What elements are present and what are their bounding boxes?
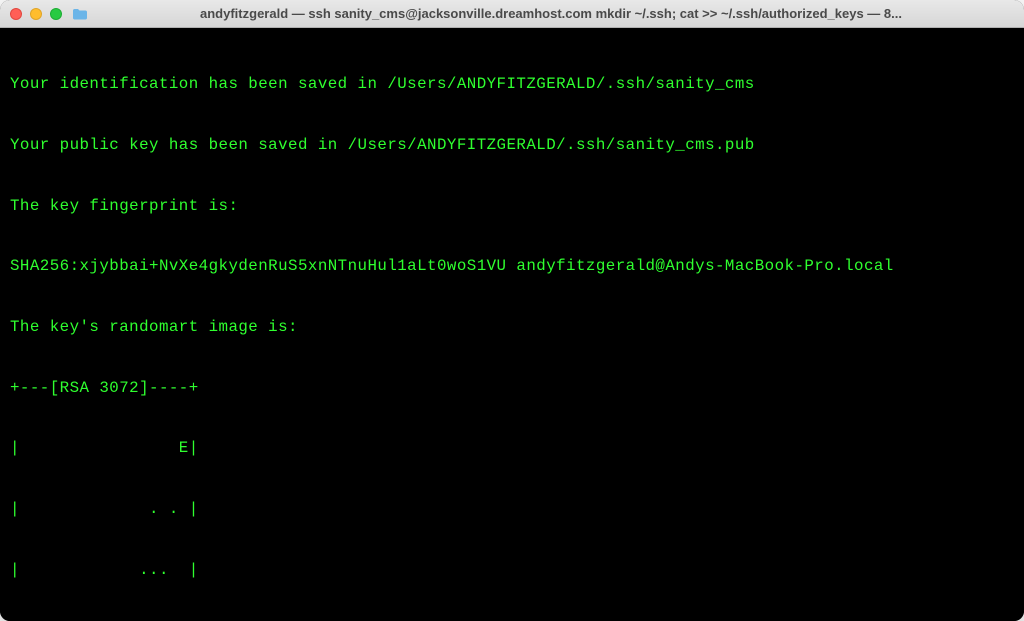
window-titlebar[interactable]: andyfitzgerald — ssh sanity_cms@jacksonv… xyxy=(0,0,1024,28)
folder-icon xyxy=(72,7,88,21)
terminal-line: | . . | xyxy=(10,499,1014,519)
terminal-line: SHA256:xjybbai+NvXe4gkydenRuS5xnNTnuHul1… xyxy=(10,256,1014,276)
minimize-button[interactable] xyxy=(30,8,42,20)
terminal-line: Your identification has been saved in /U… xyxy=(10,74,1014,94)
terminal-line: The key fingerprint is: xyxy=(10,196,1014,216)
terminal-line: | E| xyxy=(10,438,1014,458)
terminal-line: The key's randomart image is: xyxy=(10,317,1014,337)
terminal-line: | ... | xyxy=(10,560,1014,580)
window-title: andyfitzgerald — ssh sanity_cms@jacksonv… xyxy=(88,6,1014,21)
terminal-window: andyfitzgerald — ssh sanity_cms@jacksonv… xyxy=(0,0,1024,621)
terminal-output[interactable]: Your identification has been saved in /U… xyxy=(0,28,1024,621)
terminal-line: +---[RSA 3072]----+ xyxy=(10,378,1014,398)
close-button[interactable] xyxy=(10,8,22,20)
maximize-button[interactable] xyxy=(50,8,62,20)
terminal-line: Your public key has been saved in /Users… xyxy=(10,135,1014,155)
traffic-lights xyxy=(10,8,62,20)
